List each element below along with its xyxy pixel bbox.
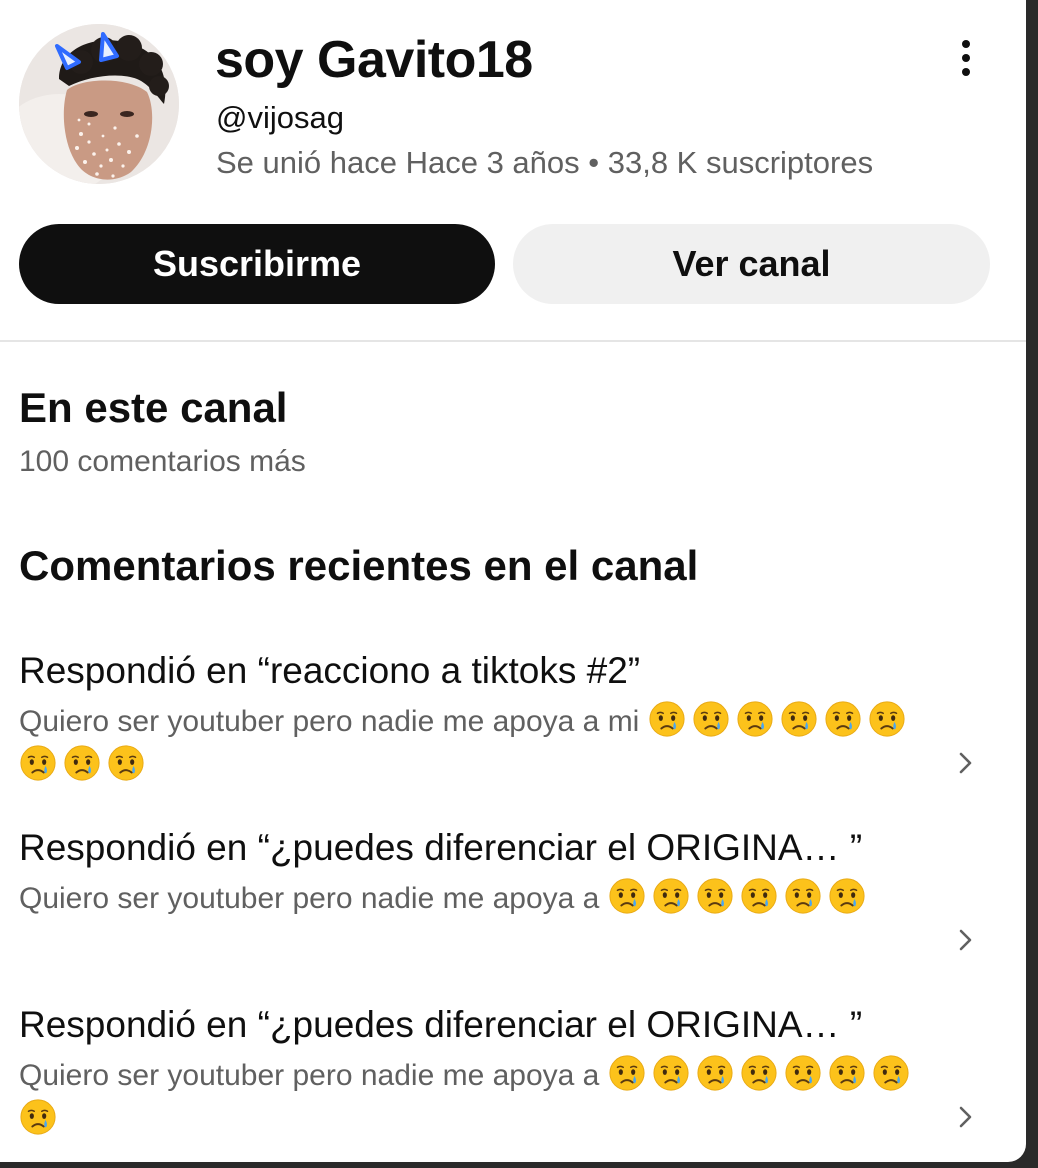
comment-item[interactable]: Respondió en “¿puedes diferenciar el ORI… (19, 825, 1019, 951)
view-channel-button[interactable]: Ver canal (513, 224, 990, 304)
subscribe-button[interactable]: Suscribirme (19, 224, 495, 304)
chevron-right-icon[interactable] (955, 1102, 977, 1132)
crying-face-emoji-icon (868, 700, 906, 738)
comment-count: 100 comentarios más (19, 445, 306, 478)
crying-face-emoji-icon (608, 877, 646, 915)
channel-sheet: soy Gavito18 @vijosag Se unió hace Hace … (0, 0, 1026, 1162)
avatar[interactable] (19, 24, 179, 184)
more-vertical-icon (962, 40, 970, 76)
channel-meta: Se unió hace Hace 3 años • 33,8 K suscri… (216, 145, 874, 180)
crying-face-emoji-icon (872, 1054, 910, 1092)
crying-face-emoji-icon (652, 1054, 690, 1092)
crying-face-emoji-icon (784, 1054, 822, 1092)
chevron-right-icon[interactable] (955, 925, 977, 955)
channel-name: soy Gavito18 (215, 31, 533, 89)
crying-face-emoji-icon (740, 877, 778, 915)
comment-item[interactable]: Respondió en “¿puedes diferenciar el ORI… (19, 1002, 1019, 1142)
crying-face-emoji-icon (740, 1054, 778, 1092)
crying-face-emoji-icon (107, 744, 145, 782)
comment-video-title: Respondió en “reacciono a tiktoks #2” (19, 650, 641, 691)
crying-face-emoji-icon (648, 700, 686, 738)
comment-text: Quiero ser youtuber pero nadie me apoya … (19, 877, 939, 921)
more-options-button[interactable] (946, 36, 986, 80)
crying-face-emoji-icon (652, 877, 690, 915)
section-title-recent: Comentarios recientes en el canal (19, 542, 699, 589)
divider (0, 340, 1026, 342)
comment-video-title: Respondió en “¿puedes diferenciar el ORI… (19, 1004, 863, 1045)
crying-face-emoji-icon (736, 700, 774, 738)
chevron-right-icon[interactable] (955, 748, 977, 778)
comment-video-title: Respondió en “¿puedes diferenciar el ORI… (19, 827, 863, 868)
crying-face-emoji-icon (828, 1054, 866, 1092)
crying-face-emoji-icon (692, 700, 730, 738)
comment-text-content: Quiero ser youtuber pero nadie me apoya … (19, 705, 648, 738)
crying-face-emoji-icon (696, 1054, 734, 1092)
crying-face-emoji-icon (780, 700, 818, 738)
channel-handle: @vijosag (216, 100, 344, 135)
comment-text: Quiero ser youtuber pero nadie me apoya … (19, 1054, 939, 1142)
comment-text-content: Quiero ser youtuber pero nadie me apoya … (19, 1059, 608, 1092)
section-title-on-channel: En este canal (19, 384, 288, 431)
crying-face-emoji-icon (696, 877, 734, 915)
comment-text: Quiero ser youtuber pero nadie me apoya … (19, 700, 939, 788)
crying-face-emoji-icon (828, 877, 866, 915)
crying-face-emoji-icon (19, 744, 57, 782)
comment-item[interactable]: Respondió en “reacciono a tiktoks #2” Qui… (19, 648, 1019, 788)
crying-face-emoji-icon (63, 744, 101, 782)
crying-face-emoji-icon (608, 1054, 646, 1092)
crying-face-emoji-icon (784, 877, 822, 915)
comment-text-content: Quiero ser youtuber pero nadie me apoya … (19, 882, 608, 915)
crying-face-emoji-icon (824, 700, 862, 738)
crying-face-emoji-icon (19, 1098, 57, 1136)
